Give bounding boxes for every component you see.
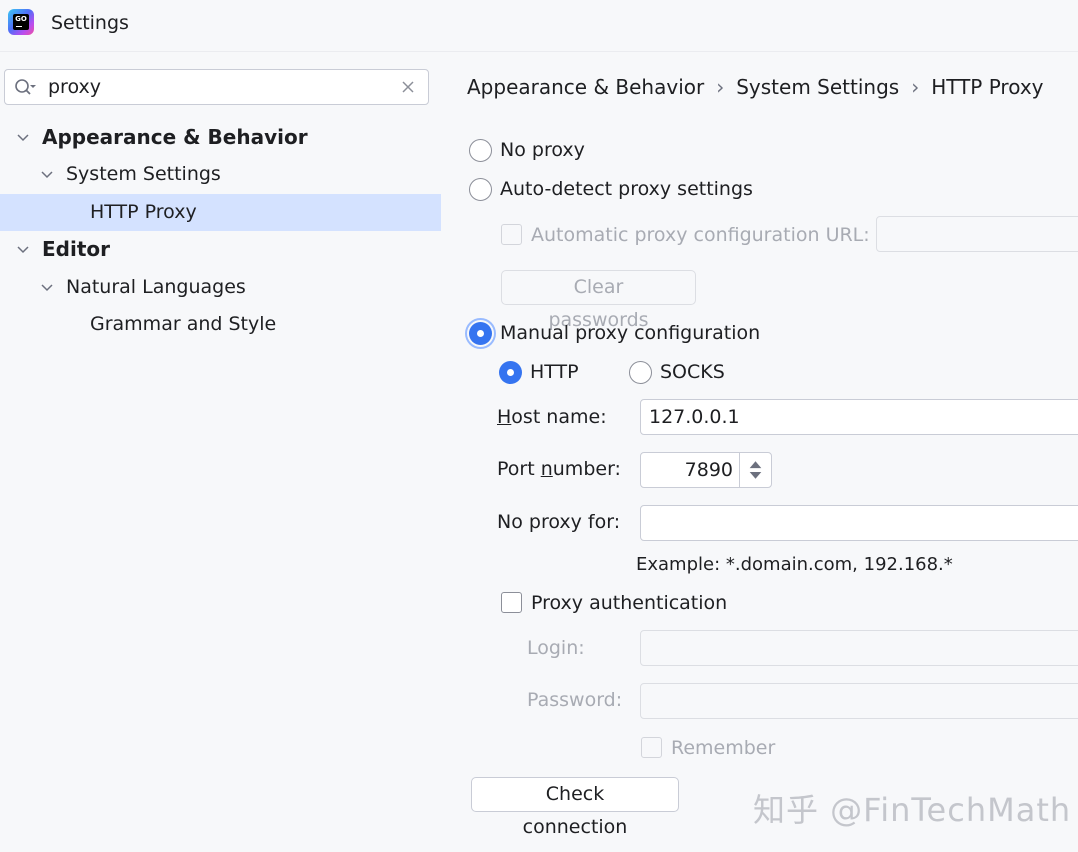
clear-passwords-button[interactable]: Clear passwords: [501, 270, 696, 331]
tree-item-natural-languages[interactable]: Natural Languages: [0, 269, 441, 306]
auto-config-url-label: Automatic proxy configuration URL:: [531, 224, 870, 246]
check-connection-button[interactable]: Check connection: [471, 777, 679, 838]
port-label-mnemonic: n: [540, 458, 553, 480]
breadcrumb-separator: ›: [911, 75, 920, 99]
host-name-mnemonic: H: [497, 406, 512, 428]
breadcrumb-item: System Settings: [736, 75, 900, 99]
goland-app-icon: GO: [8, 9, 34, 35]
breadcrumb-item: Appearance & Behavior: [467, 75, 705, 99]
tree-item-appearance-behavior[interactable]: Appearance & Behavior: [0, 119, 441, 156]
port-label-start: Port: [497, 458, 541, 480]
login-input[interactable]: [640, 630, 1078, 666]
auto-detect-radio[interactable]: [469, 178, 492, 201]
chevron-down-icon[interactable]: [16, 131, 30, 145]
clear-search-icon[interactable]: [400, 79, 416, 95]
tree-item-label: Grammar and Style: [90, 313, 277, 335]
window-title: Settings: [51, 12, 129, 34]
no-proxy-for-input[interactable]: [640, 505, 1078, 541]
http-label[interactable]: HTTP: [530, 361, 579, 383]
search-icon[interactable]: [14, 78, 36, 98]
tree-item-http-proxy[interactable]: HTTP Proxy: [0, 194, 441, 231]
auto-config-url-input[interactable]: [876, 216, 1078, 252]
breadcrumb-item: HTTP Proxy: [931, 75, 1044, 99]
host-name-input[interactable]: [640, 399, 1078, 435]
host-name-label-text: ost name:: [511, 406, 607, 428]
port-spinner-icon[interactable]: [739, 453, 771, 487]
auto-config-url-checkbox[interactable]: [501, 224, 522, 245]
tree-item-editor[interactable]: Editor: [0, 231, 441, 268]
tree-item-label: Editor: [42, 237, 110, 261]
chevron-down-icon[interactable]: [40, 281, 54, 295]
port-number-label: Port number:: [497, 458, 621, 480]
no-proxy-example-hint: Example: *.domain.com, 192.168.*: [636, 554, 953, 575]
no-proxy-radio[interactable]: [469, 139, 492, 162]
http-radio[interactable]: [499, 361, 522, 384]
password-input[interactable]: [640, 683, 1078, 719]
watermark: 知乎 @FinTechMath: [753, 791, 1072, 829]
chevron-down-icon[interactable]: [40, 168, 54, 182]
tree-item-label: Appearance & Behavior: [42, 125, 308, 149]
socks-label[interactable]: SOCKS: [660, 361, 725, 383]
search-input[interactable]: [48, 74, 388, 100]
manual-proxy-radio[interactable]: [469, 322, 492, 345]
tree-item-label: HTTP Proxy: [90, 201, 197, 223]
proxy-auth-checkbox[interactable]: [501, 592, 522, 613]
tree-item-grammar-style[interactable]: Grammar and Style: [0, 306, 441, 343]
socks-radio[interactable]: [629, 361, 652, 384]
chevron-down-icon[interactable]: [16, 243, 30, 257]
password-label: Password:: [527, 689, 623, 711]
port-number-field[interactable]: 7890: [640, 452, 772, 488]
tree-item-label: System Settings: [66, 163, 221, 185]
no-proxy-for-label: No proxy for:: [497, 511, 621, 533]
remember-label: Remember: [671, 737, 776, 759]
breadcrumb: Appearance & Behavior › System Settings › HT…: [467, 75, 1044, 103]
tree-item-system-settings[interactable]: System Settings: [0, 156, 441, 193]
host-name-label: Host name:: [497, 406, 607, 428]
proxy-auth-label[interactable]: Proxy authentication: [531, 592, 727, 614]
tree-item-label: Natural Languages: [66, 276, 246, 298]
login-label: Login:: [527, 637, 585, 659]
settings-search-box[interactable]: [4, 69, 429, 105]
no-proxy-label[interactable]: No proxy: [500, 139, 585, 161]
manual-proxy-label[interactable]: Manual proxy configuration: [500, 322, 760, 344]
port-label-end: umber:: [552, 458, 621, 480]
breadcrumb-separator: ›: [716, 75, 725, 99]
port-number-value[interactable]: 7890: [641, 459, 733, 481]
remember-checkbox[interactable]: [641, 737, 662, 758]
auto-detect-label[interactable]: Auto-detect proxy settings: [500, 178, 753, 200]
title-bar: GO Settings: [0, 0, 1078, 52]
